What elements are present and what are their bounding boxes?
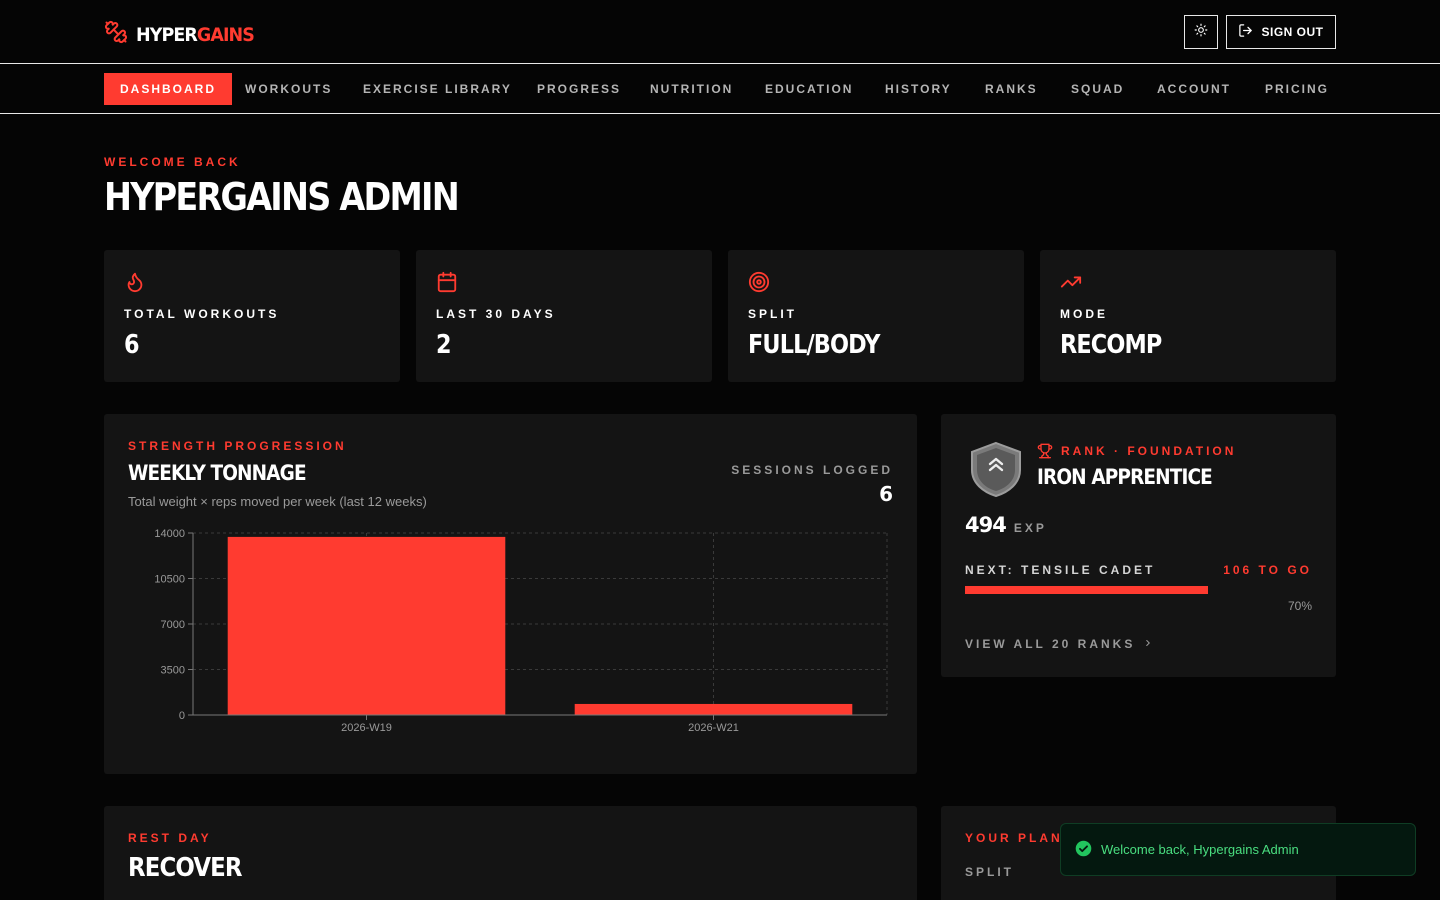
sign-out-button[interactable]: SIGN OUT — [1226, 15, 1336, 49]
stat-card-mode: MODE RECOMP — [1040, 250, 1336, 382]
stat-card-last-30-days: LAST 30 DAYS 2 — [416, 250, 712, 382]
exp-display: 494 EXP — [965, 513, 1047, 537]
nav-item-pricing[interactable]: PRICING — [1265, 73, 1329, 105]
nav-item-education[interactable]: EDUCATION — [765, 73, 853, 105]
brand-name: HYPERGAINS — [136, 23, 255, 47]
rest-title: RECOVER — [128, 853, 243, 883]
rank-progress-percent: 70% — [1287, 599, 1312, 613]
y-tick-label: 0 — [179, 710, 185, 722]
next-rank-label: NEXT: TENSILE CADET — [965, 563, 1156, 577]
calendar-icon — [436, 271, 458, 293]
stat-card-split: SPLIT FULL/BODY — [728, 250, 1024, 382]
nav-item-account[interactable]: ACCOUNT — [1157, 73, 1231, 105]
x-tick-label: 2026-W19 — [341, 722, 392, 734]
rank-title: IRON APPRENTICE — [1037, 465, 1213, 489]
exp-unit: EXP — [1013, 521, 1047, 535]
rest-day-panel: REST DAY RECOVER — [104, 806, 917, 900]
rank-progress-fill — [965, 586, 1208, 594]
exp-value: 494 — [965, 513, 1007, 537]
x-tick-label: 2026-W21 — [688, 722, 739, 734]
top-header: HYPERGAINS SIGN OUT — [0, 0, 1440, 64]
tonnage-bar[interactable] — [227, 536, 506, 715]
rank-eyebrow: RANK · FOUNDATION — [1061, 444, 1237, 458]
nav-item-nutrition[interactable]: NUTRITION — [650, 73, 733, 105]
nav-item-exercise-library[interactable]: EXERCISE LIBRARY — [363, 73, 512, 105]
brand-name-part1: HYPER — [136, 23, 198, 46]
y-tick-label: 3500 — [161, 665, 185, 677]
stat-card-total-workouts: TOTAL WORKOUTS 6 — [104, 250, 400, 382]
welcome-toast[interactable]: Welcome back, Hypergains Admin — [1060, 823, 1416, 876]
rest-eyebrow: REST DAY — [128, 831, 212, 845]
nav-item-progress[interactable]: PROGRESS — [537, 73, 621, 105]
stat-value: FULL/BODY — [748, 330, 880, 360]
stat-label: LAST 30 DAYS — [436, 307, 556, 321]
weekly-tonnage-panel: STRENGTH PROGRESSION WEEKLY TONNAGE Tota… — [104, 414, 917, 774]
log-out-icon — [1238, 23, 1253, 41]
nav-item-squad[interactable]: SQUAD — [1071, 73, 1124, 105]
brand-logo[interactable]: HYPERGAINS — [104, 20, 264, 49]
welcome-eyebrow: WELCOME BACK — [104, 155, 241, 169]
stat-value: RECOMP — [1060, 330, 1162, 360]
trending-up-icon — [1060, 271, 1082, 293]
y-tick-label: 14000 — [154, 528, 185, 540]
dumbbell-icon — [104, 20, 128, 49]
check-circle-icon — [1075, 840, 1092, 860]
view-all-ranks-label: VIEW ALL 20 RANKS — [965, 637, 1136, 651]
page-title: HYPERGAINS ADMIN — [104, 175, 460, 219]
nav-item-history[interactable]: HISTORY — [885, 73, 952, 105]
sun-icon — [1194, 23, 1208, 42]
trophy-icon — [1037, 443, 1053, 464]
stat-label: TOTAL WORKOUTS — [124, 307, 280, 321]
nav-item-dashboard[interactable]: DASHBOARD — [104, 73, 232, 105]
nav-item-ranks[interactable]: RANKS — [985, 73, 1038, 105]
y-tick-label: 7000 — [161, 619, 185, 631]
theme-toggle-button[interactable] — [1184, 15, 1218, 49]
stat-value: 2 — [436, 330, 452, 360]
toast-message: Welcome back, Hypergains Admin — [1101, 842, 1299, 857]
rank-progress-track — [965, 586, 1312, 594]
stat-label: SPLIT — [748, 307, 798, 321]
plan-split-label: SPLIT — [965, 865, 1015, 879]
target-icon — [748, 271, 770, 293]
rank-panel: RANK · FOUNDATION IRON APPRENTICE 494 EX… — [941, 414, 1336, 677]
stat-value: 6 — [124, 330, 140, 360]
tonnage-bar-chart: 0 3500 7000 10500 14000 2026-W19 2026-W21 — [154, 528, 888, 734]
y-tick-label: 10500 — [154, 574, 185, 586]
tonnage-bar[interactable] — [574, 703, 853, 715]
view-all-ranks-link[interactable]: VIEW ALL 20 RANKS — [965, 635, 1153, 653]
brand-name-part2: GAINS — [196, 23, 255, 46]
stat-label: MODE — [1060, 307, 1108, 321]
sign-out-label: SIGN OUT — [1261, 25, 1324, 39]
exp-to-go: 106 TO GO — [1223, 563, 1312, 577]
flame-icon — [124, 271, 146, 293]
main-nav: DASHBOARD WORKOUTS EXERCISE LIBRARY PROG… — [0, 65, 1440, 114]
plan-eyebrow: YOUR PLAN — [965, 831, 1063, 845]
shield-rank-icon — [969, 441, 1023, 502]
chevron-right-icon — [1143, 635, 1153, 653]
nav-item-workouts[interactable]: WORKOUTS — [245, 73, 332, 105]
